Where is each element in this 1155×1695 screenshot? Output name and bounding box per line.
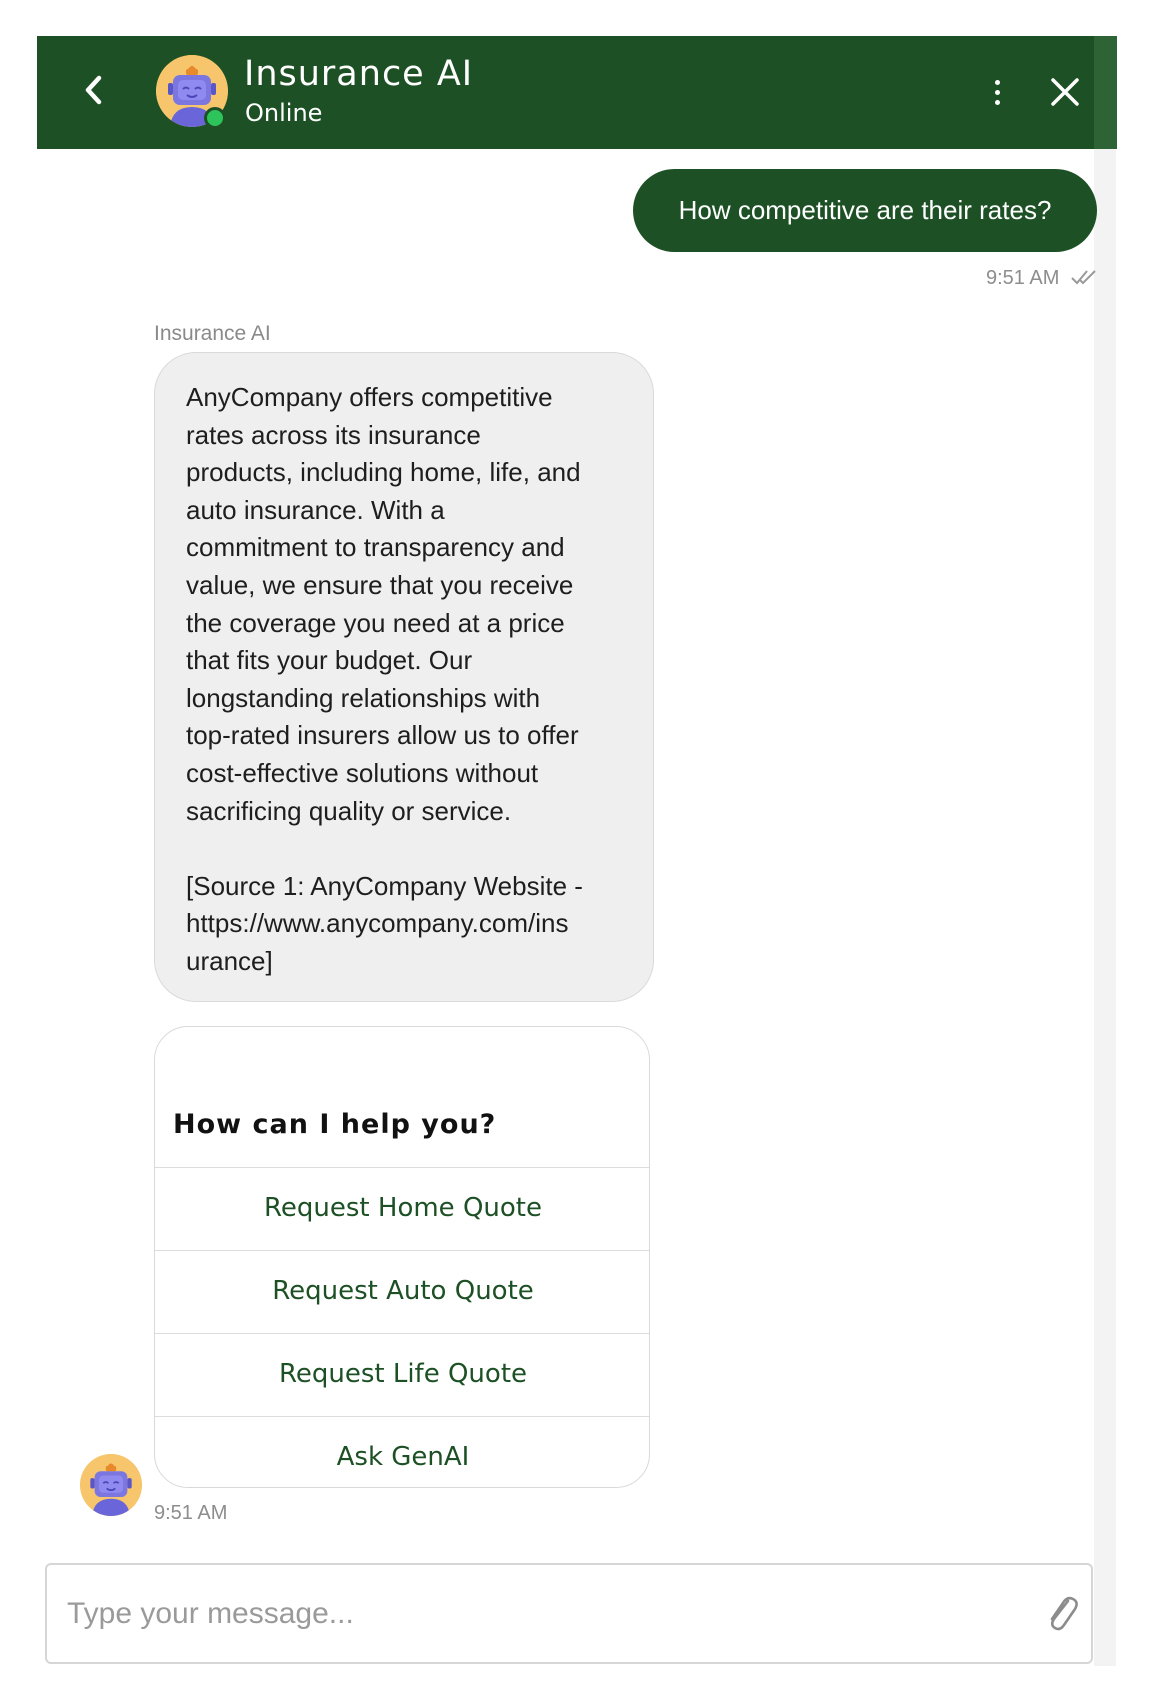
double-check-icon xyxy=(1071,270,1096,285)
message-input[interactable] xyxy=(67,1589,1007,1639)
user-message-bubble: How competitive are their rates? xyxy=(633,169,1097,252)
chevron-left-icon xyxy=(85,75,102,105)
user-message-text: How competitive are their rates? xyxy=(678,195,1052,225)
close-button[interactable] xyxy=(1045,72,1085,112)
more-options-button[interactable] xyxy=(982,72,1012,112)
chat-title: Insurance AI xyxy=(244,54,474,94)
robot-icon xyxy=(80,1454,142,1516)
request-auto-quote-button[interactable]: Request Auto Quote xyxy=(155,1250,649,1331)
online-status-dot xyxy=(204,107,226,129)
quick-reply-title: How can I help you? xyxy=(173,1109,497,1140)
ask-genai-button[interactable]: Ask GenAI xyxy=(155,1416,649,1487)
request-home-quote-button[interactable]: Request Home Quote xyxy=(155,1167,649,1248)
kebab-menu-icon xyxy=(994,79,1000,85)
message-composer xyxy=(45,1563,1093,1664)
quick-reply-card: How can I help you? Request Home Quote R… xyxy=(154,1026,650,1488)
bot-message-time: 9:51 AM xyxy=(154,1502,228,1524)
back-button[interactable] xyxy=(70,66,118,114)
paperclip-icon xyxy=(1050,1596,1078,1631)
bot-message-avatar xyxy=(80,1454,142,1516)
request-life-quote-button[interactable]: Request Life Quote xyxy=(155,1333,649,1414)
attach-button[interactable] xyxy=(1042,1589,1082,1639)
header-edge xyxy=(1094,36,1117,149)
user-message-time: 9:51 AM xyxy=(986,267,1060,289)
presence-status: Online xyxy=(245,99,323,127)
bot-message-bubble: AnyCompany offers competitive rates acro… xyxy=(154,352,654,1002)
close-icon xyxy=(1051,78,1079,106)
bot-sender-name: Insurance AI xyxy=(154,322,271,345)
